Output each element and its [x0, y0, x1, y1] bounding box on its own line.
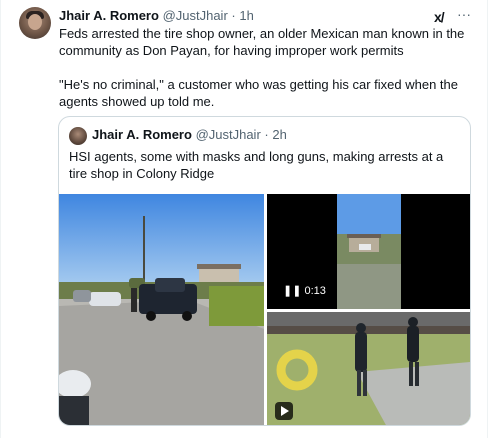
pause-icon[interactable]: ❚❚ [283, 285, 301, 297]
photo-street-trucks[interactable] [59, 194, 264, 425]
video-duration-badge[interactable]: ❚❚ 0:13 [277, 282, 332, 300]
tweet-text: Feds arrested the tire shop owner, an ol… [59, 25, 479, 127]
tweet-card[interactable]: Jhair A. Romero @JustJhair · 1h x/ ··· F… [0, 0, 488, 438]
quoted-tweet-header: Jhair A. Romero @JustJhair · 2h [92, 126, 287, 144]
quoted-author-name: Jhair A. Romero [92, 127, 192, 142]
header-separator: · [231, 8, 236, 23]
author-name[interactable]: Jhair A. Romero [59, 8, 159, 23]
quoted-tweet[interactable]: Jhair A. Romero @JustJhair · 2h HSI agen… [58, 116, 471, 426]
video-agents-walking[interactable] [267, 312, 470, 425]
author-avatar[interactable] [19, 7, 51, 39]
quoted-header-separator: · [264, 127, 269, 142]
video-tire-shop[interactable]: ❚❚ 0:13 [267, 194, 470, 309]
author-handle[interactable]: @JustJhair [163, 8, 228, 23]
video-duration: 0:13 [304, 285, 326, 297]
media-grid: ❚❚ 0:13 [59, 194, 470, 425]
quoted-tweet-time: 2h [272, 127, 287, 142]
video-agents-walking-frame [267, 312, 470, 425]
tweet-header: Jhair A. Romero @JustJhair · 1h [59, 7, 254, 25]
avatar-face [28, 14, 42, 30]
tweet-paragraph-1: Feds arrested the tire shop owner, an ol… [59, 26, 465, 58]
grok-icon[interactable]: x/ [434, 9, 445, 25]
more-options-icon[interactable]: ··· [457, 6, 471, 22]
quoted-author-handle: @JustJhair [195, 127, 261, 142]
photo-street-trucks-image [59, 194, 264, 425]
tweet-time[interactable]: 1h [239, 8, 253, 23]
quoted-author-avatar [69, 127, 87, 145]
tweet-paragraph-2: "He's no criminal," a customer who was g… [59, 77, 459, 109]
quoted-tweet-text: HSI agents, some with masks and long gun… [69, 149, 444, 181]
play-icon[interactable] [275, 402, 293, 420]
